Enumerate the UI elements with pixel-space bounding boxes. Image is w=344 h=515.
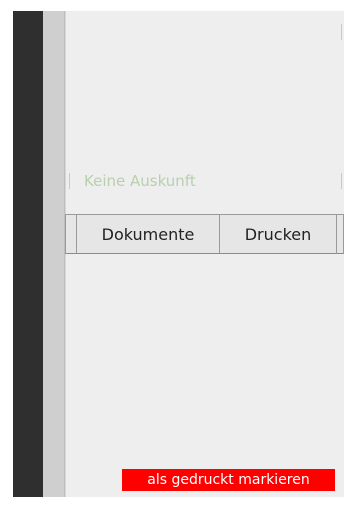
tab-bar: Dokumente Drucken bbox=[65, 214, 344, 254]
dark-side-rail bbox=[13, 11, 43, 497]
tab-hidden-right[interactable] bbox=[336, 214, 344, 254]
content-panel bbox=[65, 11, 344, 497]
status-text: Keine Auskunft bbox=[84, 172, 196, 190]
tab-documents[interactable]: Dokumente bbox=[76, 214, 220, 254]
tab-print[interactable]: Drucken bbox=[219, 214, 337, 254]
app-window: Keine Auskunft Dokumente Drucken als ged… bbox=[0, 0, 344, 515]
mark-as-printed-button[interactable]: als gedruckt markieren bbox=[122, 469, 335, 491]
left-edge-marker bbox=[69, 173, 70, 189]
sidebar-strip bbox=[43, 11, 65, 497]
right-edge-marker bbox=[341, 24, 342, 40]
right-edge-marker bbox=[341, 173, 342, 189]
